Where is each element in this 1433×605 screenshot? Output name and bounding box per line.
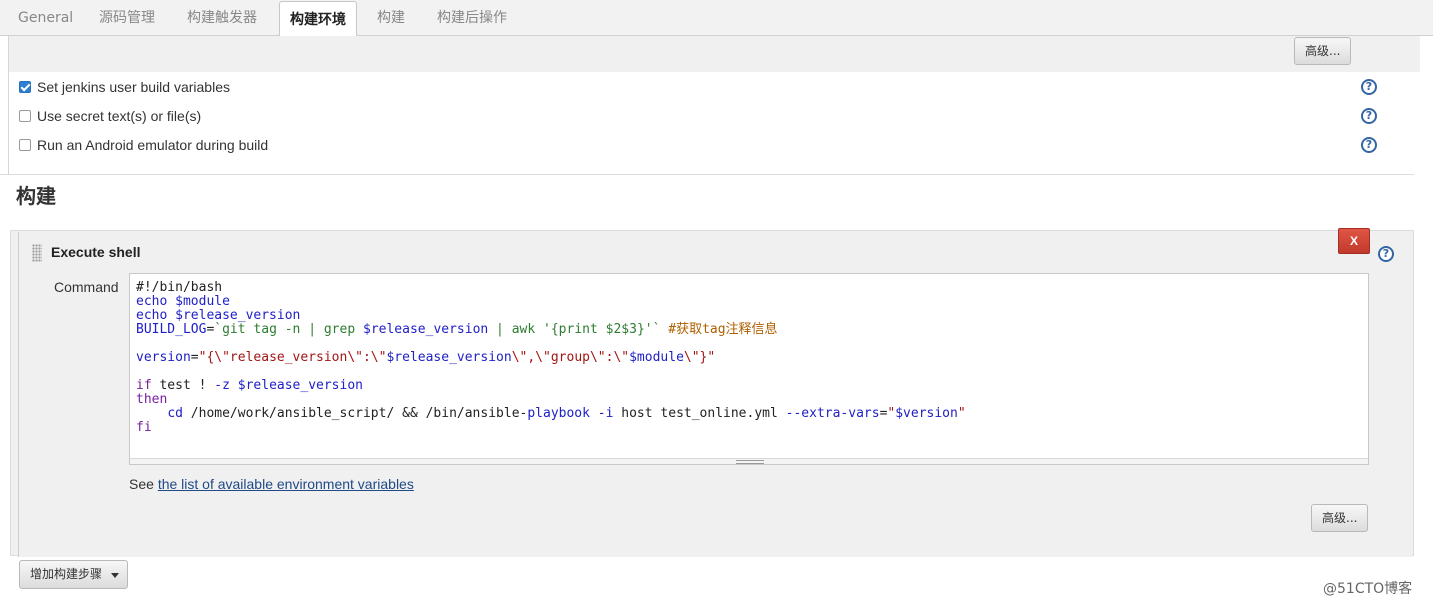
build-section-title: 构建 [16, 184, 56, 208]
help-icon[interactable]: ? [1378, 246, 1394, 262]
delete-step-button[interactable]: X [1338, 228, 1370, 254]
code-line: BUILD_LOG=`git tag -n | grep $release_ve… [136, 322, 778, 337]
command-label: Command [54, 279, 119, 295]
code-line: fi [136, 420, 152, 435]
option-label: Run an Android emulator during build [37, 137, 269, 153]
editor-resize-handle[interactable] [130, 458, 1368, 464]
env-advanced-button[interactable]: 高级... [1294, 37, 1352, 65]
env-vars-link[interactable]: the list of available environment variab… [158, 476, 414, 492]
checkbox-jenkins-user-vars[interactable] [19, 81, 31, 93]
step-advanced-button[interactable]: 高级... [1311, 504, 1369, 532]
chevron-down-icon [111, 573, 119, 578]
tab-build-environment[interactable]: 构建环境 [279, 1, 357, 37]
checkbox-secret-text[interactable] [19, 110, 31, 122]
code-line: if test ! -z $release_version [136, 378, 363, 393]
command-code[interactable]: #!/bin/bash echo $module echo $release_v… [136, 281, 966, 435]
add-step-label: 增加构建步骤 [30, 567, 103, 581]
option-label: Set jenkins user build variables [37, 79, 230, 95]
command-editor[interactable]: #!/bin/bash echo $module echo $release_v… [129, 273, 1369, 465]
help-icon[interactable]: ? [1361, 108, 1377, 124]
build-env-advanced-bar: 高级... [8, 36, 1420, 72]
watermark: @51CTO博客 [1323, 581, 1413, 597]
option-secret-text[interactable]: Use secret text(s) or file(s) [19, 106, 201, 126]
tab-post-build[interactable]: 构建后操作 [427, 0, 517, 36]
help-icon[interactable]: ? [1361, 79, 1377, 95]
option-android-emulator[interactable]: Run an Android emulator during build [19, 135, 268, 155]
tab-build-triggers[interactable]: 构建触发器 [177, 0, 267, 36]
config-tab-bar: General 源码管理 构建触发器 构建环境 构建 构建后操作 [0, 0, 1433, 37]
code-line: version="{\"release_version\":\"$release… [136, 350, 716, 365]
tab-general[interactable]: General [8, 0, 83, 36]
build-env-options: Set jenkins user build variables Use sec… [8, 72, 1414, 174]
drag-handle-icon[interactable] [32, 244, 42, 262]
code-line: then [136, 392, 168, 407]
help-icon[interactable]: ? [1361, 137, 1377, 153]
checkbox-android-emulator[interactable] [19, 139, 31, 151]
env-vars-hint: See the list of available environment va… [129, 476, 414, 492]
see-prefix: See [129, 476, 154, 492]
code-line: echo $module [136, 294, 230, 309]
code-line-shebang: #!/bin/bash [136, 280, 223, 295]
tab-build[interactable]: 构建 [367, 0, 415, 36]
step-title: Execute shell [51, 244, 141, 260]
option-jenkins-user-vars[interactable]: Set jenkins user build variables [19, 77, 230, 97]
tab-source-control[interactable]: 源码管理 [89, 0, 165, 36]
code-line: cd /home/work/ansible_script/ && /bin/an… [167, 406, 966, 421]
code-line: echo $release_version [136, 308, 301, 323]
add-build-step-button[interactable]: 增加构建步骤 [19, 560, 128, 589]
option-label: Use secret text(s) or file(s) [37, 108, 202, 124]
section-divider [0, 174, 1414, 175]
